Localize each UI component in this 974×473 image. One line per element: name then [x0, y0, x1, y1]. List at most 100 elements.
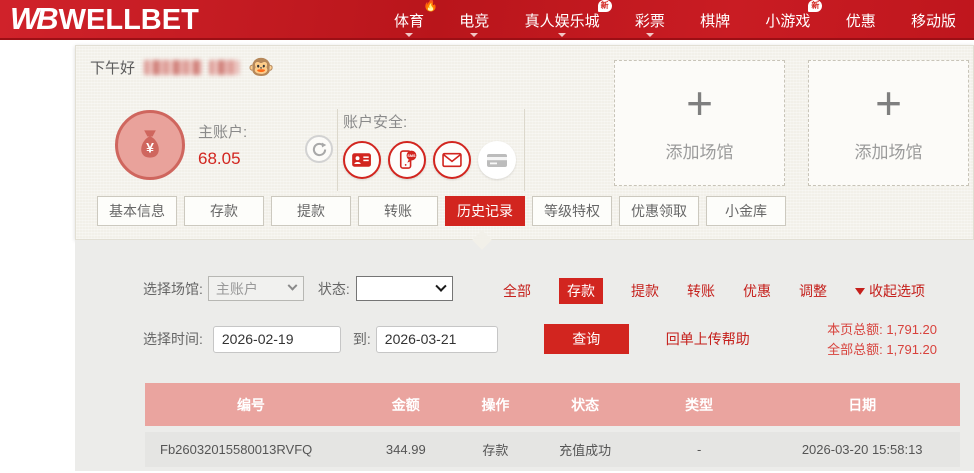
wallet-block: ¥ 主账户: 68.05 [115, 110, 247, 180]
table-cell: - [633, 432, 765, 467]
nav-item-2[interactable]: 电竞 [457, 0, 491, 40]
main-account-label: 主账户: [198, 124, 248, 141]
receipt-upload-help-link[interactable]: 回单上传帮助 [666, 329, 750, 349]
query-button[interactable]: 查询 [543, 324, 629, 354]
nav-item-7[interactable]: 优惠 [844, 0, 878, 40]
tab-1[interactable]: 基本信息 [97, 196, 177, 226]
nav-item-label: 彩票 [634, 12, 665, 30]
email-icon[interactable] [433, 141, 471, 179]
svg-text:¥: ¥ [146, 140, 154, 156]
logo-text: WELLBET [58, 4, 199, 36]
tab-5-active[interactable]: 历史记录 [445, 196, 525, 226]
filter-row-1: 选择场馆: 主账户 状态: [143, 276, 453, 301]
tab-3[interactable]: 提款 [271, 196, 351, 226]
time-range-label: 选择时间: [143, 331, 203, 347]
table-row: Fb26032015580013RVFQ 344.99 存款 充值成功 -2026-03… [145, 432, 960, 467]
chevron-down-icon [645, 33, 654, 37]
svg-text:SMS: SMS [407, 154, 416, 158]
table-header-cell: 编号 [145, 383, 357, 426]
type-link-4[interactable]: 转账 [687, 281, 715, 301]
account-panel: 下午好 🐵 ¥ 主账户: 68.05 账户安全: SMS + 添加场馆 + 添加… [75, 45, 974, 240]
nav-item-label: 电竞 [459, 12, 490, 30]
nav-item-label: 小游戏 [765, 12, 811, 30]
nav-item-label: 移动版 [910, 12, 956, 30]
nav-item-3[interactable]: 新真人娱乐城 [523, 0, 612, 40]
date-to-input[interactable] [375, 325, 498, 353]
table-cell: 344.99 [356, 432, 455, 467]
chevron-down-icon [287, 280, 298, 291]
new-badge: 新 [597, 0, 612, 12]
filter-row-2: 选择时间: 到: 查询 回单上传帮助 [143, 324, 750, 354]
type-link-6[interactable]: 调整 [799, 281, 827, 301]
type-link-1[interactable]: 全部 [503, 281, 531, 301]
type-link-5[interactable]: 优惠 [743, 281, 771, 301]
account-tabs: 基本信息 存款 提款 转账 历史记录 等级特权 优惠领取 小金库 [97, 196, 786, 226]
divider [337, 109, 338, 191]
collapse-options-link[interactable]: 收起选项 [855, 281, 925, 301]
bank-card-icon[interactable] [478, 141, 516, 179]
venue-select[interactable]: 主账户 [207, 276, 304, 301]
nav-item-8[interactable]: 移动版 [909, 0, 958, 40]
nav-item-label: 优惠 [845, 12, 876, 30]
wellbet-logo[interactable]: WB WELLBET [10, 1, 199, 37]
money-bag-icon: ¥ [115, 110, 185, 180]
logo-mark: WB [10, 1, 59, 36]
table-header-cell: 状态 [536, 383, 634, 426]
tab-8[interactable]: 小金库 [706, 196, 786, 226]
chevron-down-icon [405, 33, 413, 37]
refresh-balance-button[interactable] [305, 135, 333, 163]
venue-select-label: 选择场馆: [143, 280, 203, 297]
sms-phone-icon[interactable]: SMS [388, 141, 426, 179]
balance-value: 68.05 [198, 149, 241, 168]
greeting-text: 下午好 [90, 60, 136, 77]
add-venue-panel-1[interactable]: + 添加场馆 [614, 60, 785, 186]
plus-icon: + [686, 76, 713, 129]
date-from-input[interactable] [212, 325, 341, 353]
top-navbar: WB WELLBET 🔥 体育 电竞 新真人娱乐城 彩票 棋牌 新小游戏 优惠 移动版 [0, 0, 974, 40]
type-link-2-active[interactable]: 存款 [559, 278, 603, 304]
tab-2[interactable]: 存款 [184, 196, 264, 226]
divider [524, 109, 525, 191]
id-card-icon[interactable] [343, 141, 381, 179]
table-cell: 充值成功 [536, 432, 634, 467]
history-panel: 选择场馆: 主账户 状态: 全部 存款 提款 转账 优惠 调整 收起选项 选择时间: 到: … [75, 230, 974, 473]
refresh-icon [312, 142, 326, 156]
table-header-cell: 金额 [356, 383, 455, 426]
new-badge: 新 [808, 0, 823, 12]
table-header-cell: 日期 [764, 383, 960, 426]
collapse-options-label: 收起选项 [869, 283, 925, 299]
security-block: 账户安全: SMS [343, 111, 516, 179]
table-cell: Fb26032015580013RVFQ [145, 432, 357, 467]
nav-item-5[interactable]: 棋牌 [698, 0, 732, 40]
chevron-down-icon [470, 33, 479, 37]
wallet-labels: 主账户: 68.05 [198, 121, 247, 169]
nav-item-1[interactable]: 🔥 体育 [392, 0, 438, 40]
nav-item-label: 真人娱乐城 [524, 12, 600, 30]
add-venue-panel-2[interactable]: + 添加场馆 [808, 60, 969, 186]
page-total: 本页总额: 1,791.20 [827, 322, 937, 337]
security-label: 账户安全: [343, 114, 408, 131]
security-icons: SMS [343, 141, 516, 179]
status-select[interactable] [355, 276, 453, 301]
table-cell: 2026-03-20 15:58:13 [764, 432, 960, 467]
add-venue-label: 添加场馆 [854, 143, 923, 163]
nav-item-6[interactable]: 新小游戏 [763, 0, 823, 40]
table-header-cell: 操作 [454, 383, 537, 426]
to-label: 到: [352, 331, 371, 347]
triangle-down-icon [855, 287, 865, 295]
tab-4[interactable]: 转账 [358, 196, 438, 226]
tab-6[interactable]: 等级特权 [532, 196, 612, 226]
chevron-down-icon [435, 280, 447, 292]
monkey-emoji: 🐵 [248, 56, 275, 79]
all-total: 全部总额: 1,791.20 [827, 342, 937, 357]
nav-item-label: 体育 [394, 12, 425, 30]
transaction-type-links: 全部 存款 提款 转账 优惠 调整 收起选项 [503, 278, 925, 304]
nav-item-4[interactable]: 彩票 [633, 0, 667, 40]
table-header-cell: 类型 [633, 383, 765, 426]
tab-7[interactable]: 优惠领取 [619, 196, 699, 226]
type-link-3[interactable]: 提款 [631, 281, 659, 301]
history-table: 编号 金额 操作 状态 类型 日期 Fb26032015580013RVFQ 344.99 存… [145, 377, 960, 473]
greeting-row: 下午好 🐵 [90, 57, 274, 78]
venue-select-value: 主账户 [215, 280, 258, 297]
table-header-row: 编号 金额 操作 状态 类型 日期 [145, 383, 960, 426]
